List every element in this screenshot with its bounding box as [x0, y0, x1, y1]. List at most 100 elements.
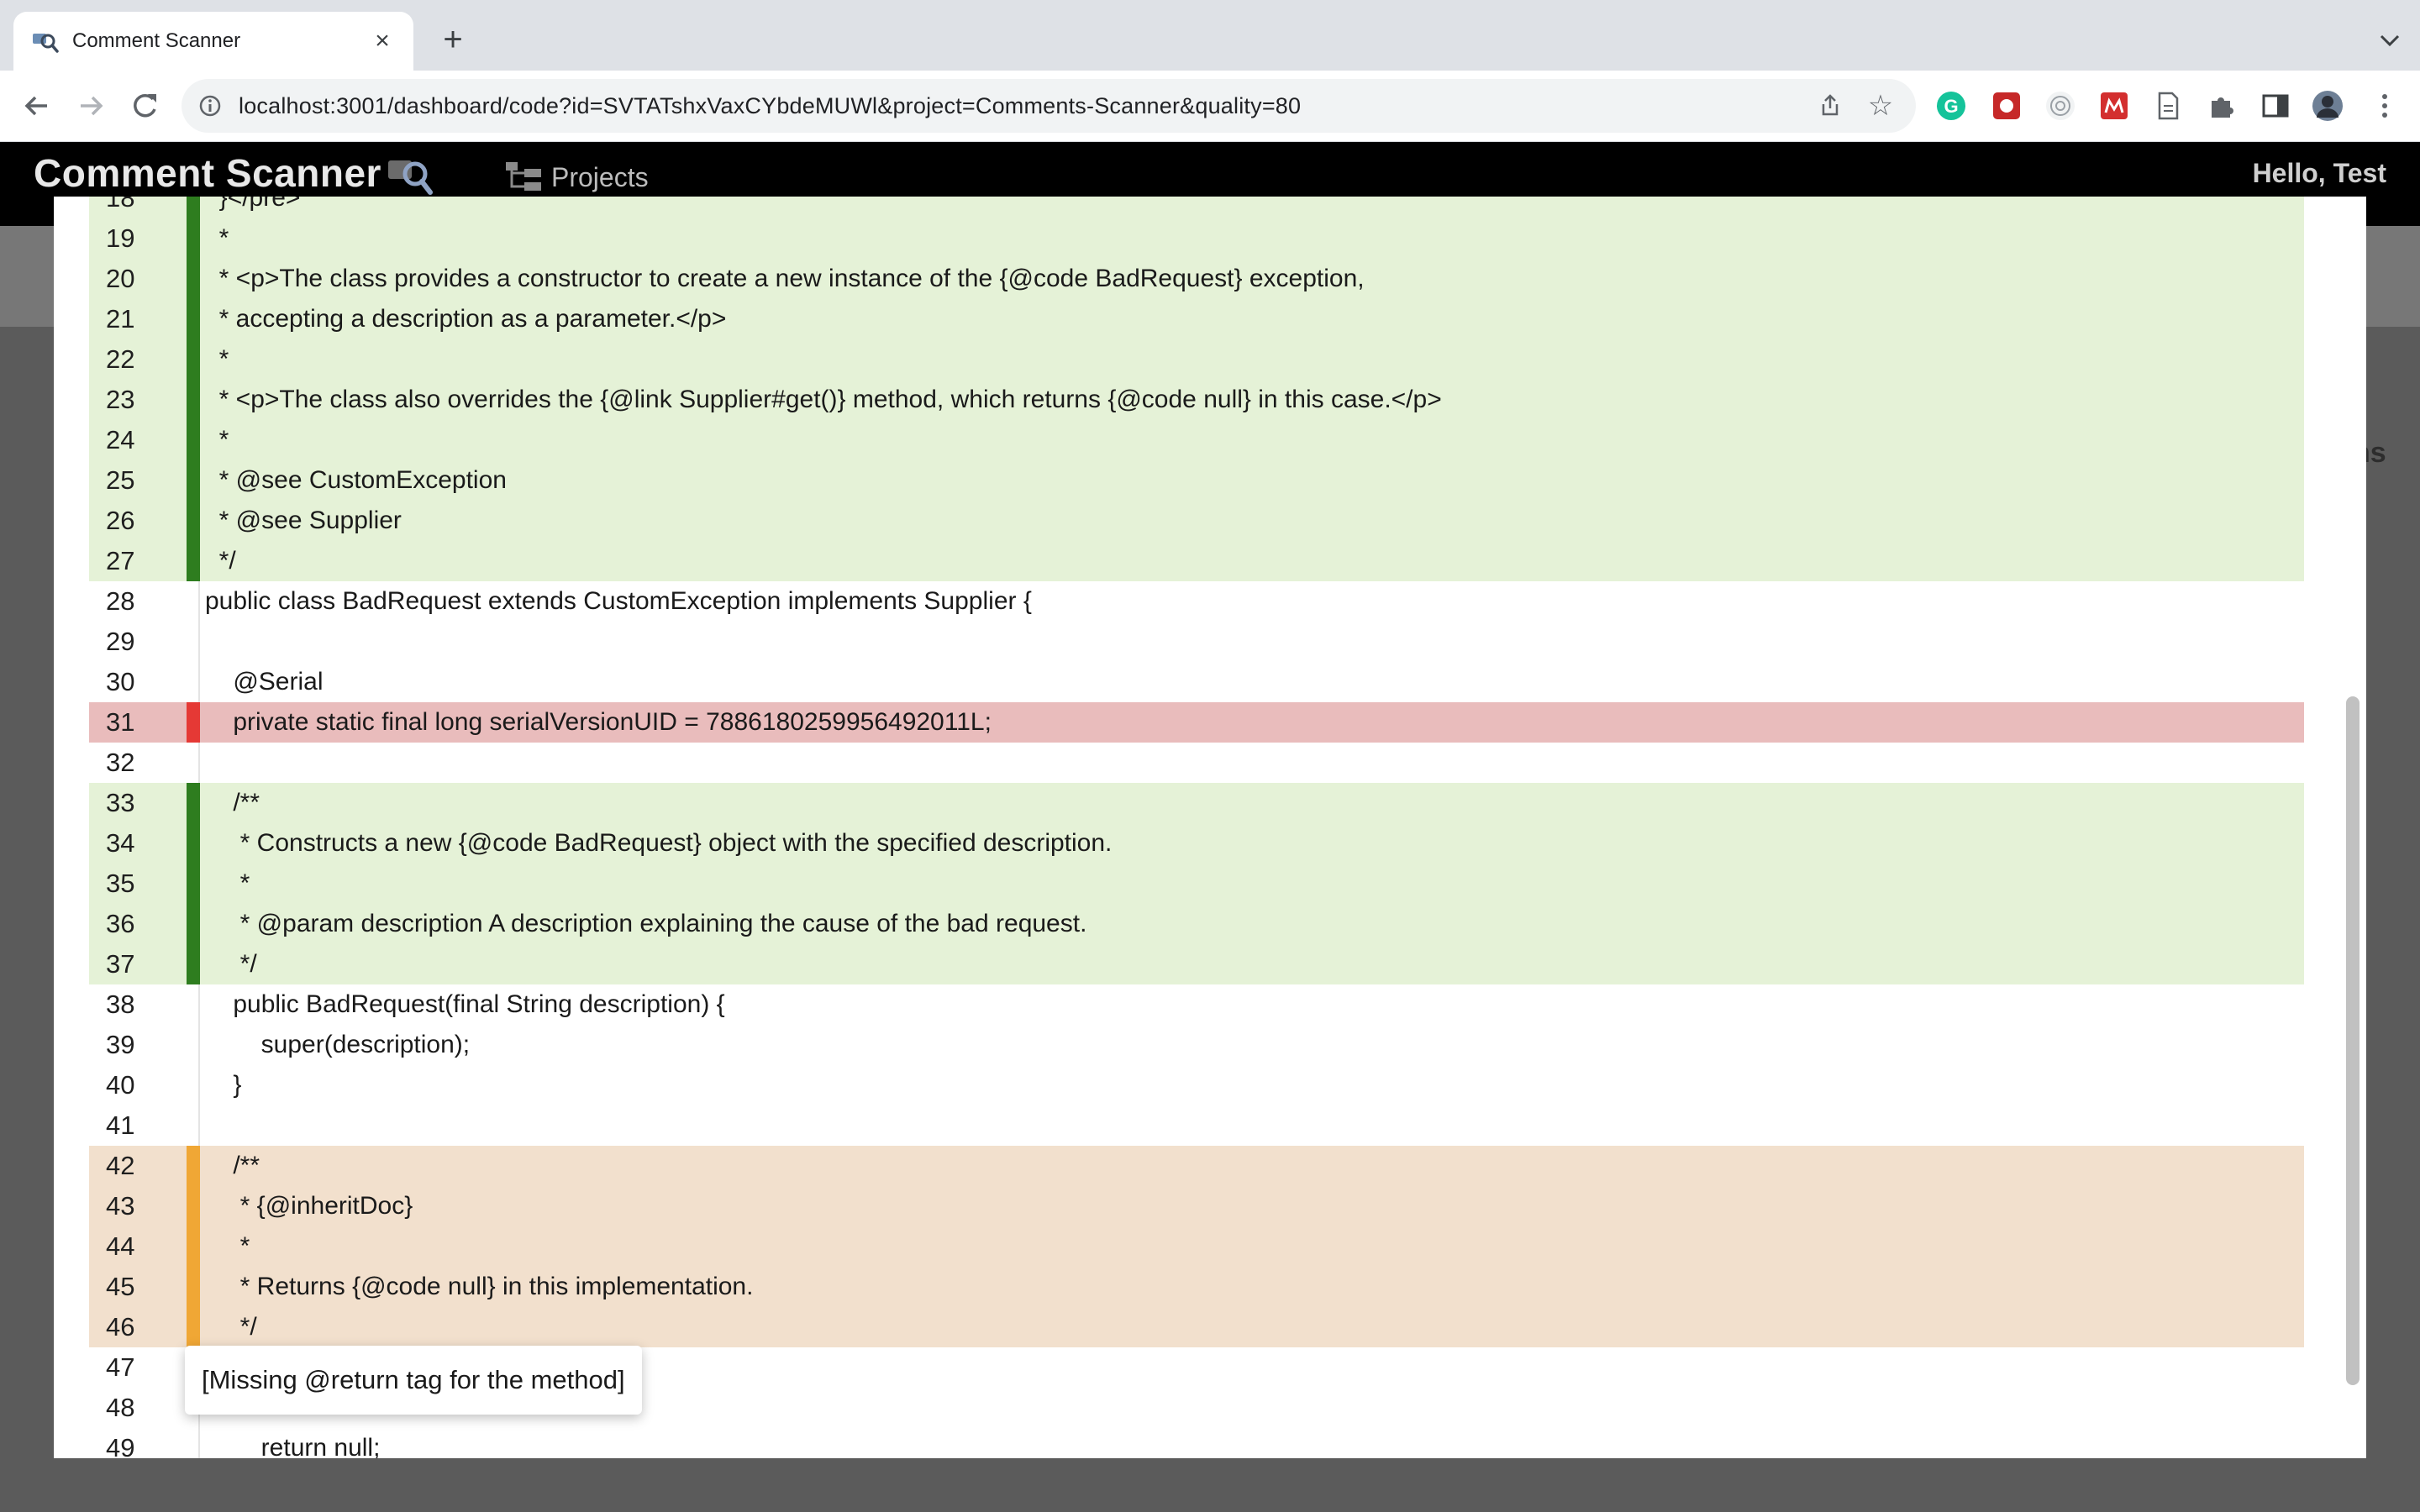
back-arrow-icon[interactable] — [18, 87, 55, 124]
code-text: * — [205, 1232, 250, 1260]
code-line: 28 public class BadRequest extends Custom… — [89, 581, 2304, 622]
share-icon[interactable] — [1817, 92, 1844, 119]
line-number: 29 — [106, 627, 135, 656]
line-number: 40 — [106, 1070, 135, 1100]
issue-tooltip: [Missing @return tag for the method] — [185, 1346, 642, 1415]
comment-quality-marker[interactable] — [187, 420, 200, 460]
modal-scrollbar[interactable] — [2346, 696, 2360, 1385]
comment-quality-marker[interactable] — [187, 783, 200, 823]
line-number: 26 — [106, 506, 135, 535]
code-line: 27 */ — [89, 541, 2304, 581]
code-line: 43 * {@inheritDoc} — [89, 1186, 2304, 1226]
code-line: 38 public BadRequest(final String descri… — [89, 984, 2304, 1025]
comment-quality-marker[interactable] — [187, 339, 200, 380]
code-text: /** — [205, 789, 260, 816]
comment-quality-marker[interactable] — [187, 1307, 200, 1347]
reload-icon[interactable] — [126, 87, 163, 124]
code-line: 30 @Serial — [89, 662, 2304, 702]
code-line: 35 * — [89, 864, 2304, 904]
comment-quality-marker[interactable] — [187, 944, 200, 984]
comment-quality-marker[interactable] — [187, 1267, 200, 1307]
line-number: 47 — [106, 1352, 135, 1382]
tab-search-chevron-icon[interactable] — [2375, 25, 2405, 55]
line-number: 21 — [106, 304, 135, 333]
line-number: 46 — [106, 1312, 135, 1341]
comment-quality-marker[interactable] — [187, 501, 200, 541]
projects-icon — [506, 162, 541, 191]
code-text: */ — [205, 547, 236, 575]
comment-quality-marker[interactable] — [187, 864, 200, 904]
extensions-puzzle-icon[interactable] — [2205, 89, 2238, 123]
line-number: 19 — [106, 223, 135, 253]
line-number: 31 — [106, 707, 135, 737]
code-text: * @see Supplier — [205, 507, 402, 534]
line-number: 42 — [106, 1151, 135, 1180]
line-number: 30 — [106, 667, 135, 696]
extension-mendeley-icon[interactable] — [2097, 89, 2131, 123]
comment-quality-marker[interactable] — [187, 904, 200, 944]
code-text: * <p>The class provides a constructor to… — [205, 265, 1365, 292]
grammarly-extension-icon[interactable]: G — [1934, 89, 1968, 123]
line-number: 33 — [106, 788, 135, 817]
browser-menu-icon[interactable] — [2368, 89, 2402, 123]
code-line: 20 * <p>The class provides a constructor… — [89, 259, 2304, 299]
url-text[interactable]: localhost:3001/dashboard/code?id=SVTATsh… — [239, 79, 1301, 133]
code-line: 25 * @see CustomException — [89, 460, 2304, 501]
comment-quality-marker[interactable] — [187, 702, 200, 743]
browser-tab[interactable]: Comment Scanner × — [13, 12, 413, 71]
code-text: * — [205, 426, 229, 454]
comment-quality-marker[interactable] — [187, 460, 200, 501]
line-number: 25 — [106, 465, 135, 495]
magnifier-icon — [388, 160, 433, 195]
code-line: 44 * — [89, 1226, 2304, 1267]
app-logo[interactable]: Comment Scanner — [34, 142, 381, 204]
code-line: 42 /** — [89, 1146, 2304, 1186]
new-tab-icon[interactable]: + — [435, 22, 471, 57]
code-line: 31 private static final long serialVersi… — [89, 702, 2304, 743]
extension-target-icon[interactable] — [2044, 89, 2077, 123]
comment-quality-marker[interactable] — [187, 299, 200, 339]
line-number: 27 — [106, 546, 135, 575]
comment-quality-marker[interactable] — [187, 380, 200, 420]
forward-arrow-icon[interactable] — [72, 87, 109, 124]
comment-quality-marker[interactable] — [187, 1226, 200, 1267]
line-number: 34 — [106, 828, 135, 858]
code-text: * {@inheritDoc} — [205, 1192, 413, 1220]
line-number: 24 — [106, 425, 135, 454]
code-line: 24 * — [89, 420, 2304, 460]
line-number: 39 — [106, 1030, 135, 1059]
info-icon[interactable] — [198, 94, 222, 118]
code-viewer[interactable]: 18 }</pre> 19 * 20 * <p>The class provides… — [89, 197, 2304, 1458]
comment-quality-marker[interactable] — [187, 197, 200, 218]
code-line: 34 * Constructs a new {@code BadRequest}… — [89, 823, 2304, 864]
comment-quality-marker[interactable] — [187, 1186, 200, 1226]
code-line: 22 * — [89, 339, 2304, 380]
extension-document-icon[interactable] — [2151, 89, 2185, 123]
comment-quality-marker[interactable] — [187, 259, 200, 299]
browser-toolbar: localhost:3001/dashboard/code?id=SVTATsh… — [0, 71, 2420, 142]
profile-avatar[interactable] — [2311, 89, 2344, 123]
user-greeting: Hello, Test — [2252, 158, 2386, 188]
code-text: */ — [205, 1313, 257, 1341]
code-line: 18 }</pre> — [89, 197, 2304, 218]
address-bar[interactable]: localhost:3001/dashboard/code?id=SVTATsh… — [182, 79, 1916, 133]
comment-quality-marker[interactable] — [187, 823, 200, 864]
close-tab-icon[interactable]: × — [368, 27, 397, 55]
line-number: 41 — [106, 1110, 135, 1140]
extension-red-icon[interactable] — [1990, 89, 2023, 123]
side-panel-icon[interactable] — [2259, 89, 2292, 123]
line-number: 36 — [106, 909, 135, 938]
comment-quality-marker[interactable] — [187, 541, 200, 581]
line-number: 48 — [106, 1393, 135, 1422]
code-text: * Constructs a new {@code BadRequest} ob… — [205, 829, 1113, 857]
code-text: * — [205, 869, 250, 897]
code-line: 49 return null; — [89, 1428, 2304, 1458]
line-number: 22 — [106, 344, 135, 374]
comment-quality-marker[interactable] — [187, 1146, 200, 1186]
line-number: 18 — [106, 197, 135, 213]
code-line: 39 super(description); — [89, 1025, 2304, 1065]
line-number: 37 — [106, 949, 135, 979]
comment-quality-marker[interactable] — [187, 218, 200, 259]
star-icon[interactable]: ☆ — [1865, 91, 1896, 121]
favicon-icon — [33, 34, 59, 53]
